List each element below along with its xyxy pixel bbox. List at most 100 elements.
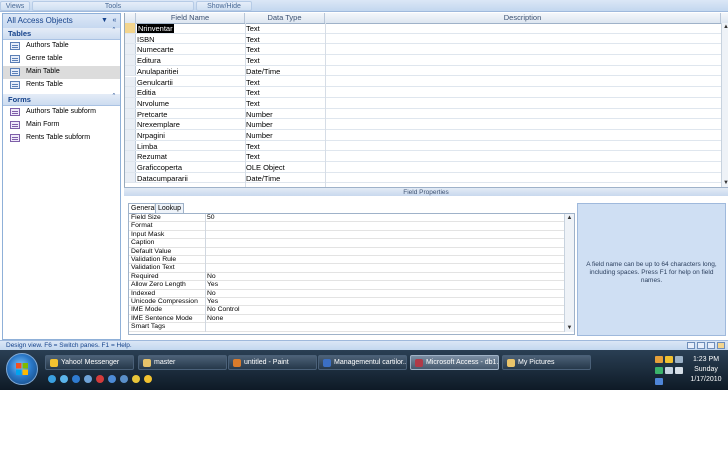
nav-item-main-form[interactable]: Main Form: [3, 119, 120, 132]
data-type-cell[interactable]: OLE Object: [246, 163, 285, 172]
property-value[interactable]: Yes: [207, 298, 218, 306]
nav-item-rents-table[interactable]: Rents Table: [3, 79, 120, 92]
grid-row[interactable]: Anulaparitiei Date/Time: [125, 65, 721, 77]
primary-key-selector[interactable]: [125, 23, 136, 33]
ribbon-group-views[interactable]: Views: [0, 1, 30, 11]
smiley-icon[interactable]: [144, 375, 152, 383]
grid-row[interactable]: Nrpagini Number: [125, 130, 721, 141]
messenger-icon[interactable]: [108, 375, 116, 383]
collapse-up-icon[interactable]: ˆ: [113, 94, 115, 101]
property-row[interactable]: Input Mask: [129, 231, 564, 240]
scroll-up-icon[interactable]: ▲: [565, 214, 574, 222]
taskbar-button[interactable]: master: [138, 355, 227, 370]
data-type-cell[interactable]: Text: [246, 99, 260, 108]
data-type-cell[interactable]: Text: [246, 78, 260, 87]
field-name-cell[interactable]: Editura: [137, 56, 161, 65]
property-row[interactable]: Unicode Compression Yes: [129, 298, 564, 307]
winamp-icon[interactable]: [132, 375, 140, 383]
data-type-cell[interactable]: Number: [246, 110, 273, 119]
grid-row[interactable]: Graficcoperta OLE Object: [125, 162, 721, 173]
grid-row[interactable]: Genulcartii Text: [125, 76, 721, 88]
row-selector[interactable]: [125, 119, 136, 129]
property-row[interactable]: Caption: [129, 239, 564, 248]
property-row[interactable]: Format: [129, 222, 564, 231]
double-chevron-left-icon[interactable]: «: [110, 16, 119, 25]
field-name-cell[interactable]: Pretcarte: [137, 110, 167, 119]
tray-icon[interactable]: [675, 356, 683, 363]
nav-item-main-table[interactable]: Main Table: [3, 66, 120, 79]
column-header-description[interactable]: Description: [325, 13, 721, 23]
data-type-cell[interactable]: Text: [246, 88, 260, 97]
collapse-up-icon[interactable]: ˆ: [113, 28, 115, 35]
grid-row[interactable]: Limba Text: [125, 140, 721, 152]
nav-item-authors-table-subform[interactable]: Authors Table subform: [3, 106, 120, 119]
grid-row[interactable]: Editia Text: [125, 87, 721, 98]
nav-pane-header[interactable]: All Access Objects ▼ «: [3, 14, 120, 29]
start-button[interactable]: [6, 353, 38, 385]
scroll-down-icon[interactable]: ▼: [722, 179, 728, 187]
grid-row[interactable]: Editura Text: [125, 55, 721, 66]
opera-icon[interactable]: [96, 375, 104, 383]
property-row[interactable]: Validation Text: [129, 264, 564, 273]
property-row[interactable]: Allow Zero Length Yes: [129, 281, 564, 290]
tray-clock[interactable]: 1:23 PM Sunday 1/17/2010: [688, 355, 724, 385]
field-name-cell[interactable]: Genulcartii: [137, 78, 173, 87]
nav-item-genre-table[interactable]: Genre table: [3, 53, 120, 66]
property-row[interactable]: IME Sentence Mode None: [129, 315, 564, 324]
grid-row[interactable]: Pretcarte Number: [125, 108, 721, 120]
column-header-field-name[interactable]: Field Name: [136, 13, 245, 23]
property-value[interactable]: Yes: [207, 281, 218, 289]
data-type-cell[interactable]: Date/Time: [246, 174, 280, 183]
row-selector[interactable]: [125, 33, 136, 44]
taskbar-button[interactable]: Yahoo! Messenger: [45, 355, 134, 370]
row-selector[interactable]: [125, 65, 136, 76]
field-name-cell[interactable]: Datacumpararii: [137, 174, 188, 183]
property-value[interactable]: No: [207, 290, 216, 298]
field-name-cell[interactable]: Limba: [137, 142, 157, 151]
row-selector[interactable]: [125, 108, 136, 119]
nav-group-tables[interactable]: Tables ˆ: [3, 28, 120, 40]
internet-explorer-icon[interactable]: [72, 375, 80, 383]
grid-row[interactable]: Nrinventar Text: [125, 23, 721, 34]
field-name-cell[interactable]: Rezumat: [137, 152, 167, 161]
data-type-cell[interactable]: Text: [246, 56, 260, 65]
row-selector[interactable]: [125, 76, 136, 87]
grid-row[interactable]: Datacumpararii Date/Time: [125, 172, 721, 184]
grid-row[interactable]: Rezumat Text: [125, 151, 721, 163]
network-icon[interactable]: [655, 356, 663, 363]
row-selector[interactable]: [125, 140, 136, 151]
property-row[interactable]: Validation Rule: [129, 256, 564, 265]
nav-item-rents-table-subform[interactable]: Rents Table subform: [3, 132, 120, 145]
property-value[interactable]: No Control: [207, 306, 240, 314]
chevron-down-icon[interactable]: ▼: [100, 16, 109, 25]
row-selector[interactable]: [125, 162, 136, 172]
field-name-cell[interactable]: Editia: [137, 88, 156, 97]
switch-windows-icon[interactable]: [60, 375, 68, 383]
yahoo-tray-icon[interactable]: [665, 356, 673, 363]
column-header-data-type[interactable]: Data Type: [245, 13, 325, 23]
property-value[interactable]: No: [207, 273, 216, 281]
property-row[interactable]: Field Size 50: [129, 214, 564, 223]
pivot-table-view-icon[interactable]: [697, 342, 705, 349]
scroll-up-icon[interactable]: ▲: [722, 23, 728, 31]
tab-lookup[interactable]: Lookup: [155, 203, 184, 213]
property-scrollbar[interactable]: ▲ ▼: [564, 214, 574, 332]
field-name-cell[interactable]: Anulaparitiei: [137, 67, 178, 76]
row-selector[interactable]: [125, 172, 136, 183]
data-type-cell[interactable]: Number: [246, 120, 273, 129]
field-name-cell[interactable]: Graficcoperta: [137, 163, 182, 172]
volume-icon[interactable]: [675, 367, 683, 374]
data-type-cell[interactable]: Date/Time: [246, 67, 280, 76]
scroll-down-icon[interactable]: ▼: [565, 324, 574, 332]
taskbar-button[interactable]: Microsoft Access - db1...: [410, 355, 499, 370]
grid-row[interactable]: Nrexemplare Number: [125, 119, 721, 130]
property-row[interactable]: Indexed No: [129, 290, 564, 298]
property-value[interactable]: None: [207, 315, 223, 323]
nav-pane-title[interactable]: All Access Objects: [7, 16, 73, 25]
data-type-cell[interactable]: Text: [246, 152, 260, 161]
property-row[interactable]: Smart Tags: [129, 323, 564, 332]
show-desktop-icon[interactable]: [48, 375, 56, 383]
field-name-cell[interactable]: ISBN: [137, 35, 155, 44]
row-selector[interactable]: [125, 97, 136, 108]
data-type-cell[interactable]: Text: [246, 142, 260, 151]
